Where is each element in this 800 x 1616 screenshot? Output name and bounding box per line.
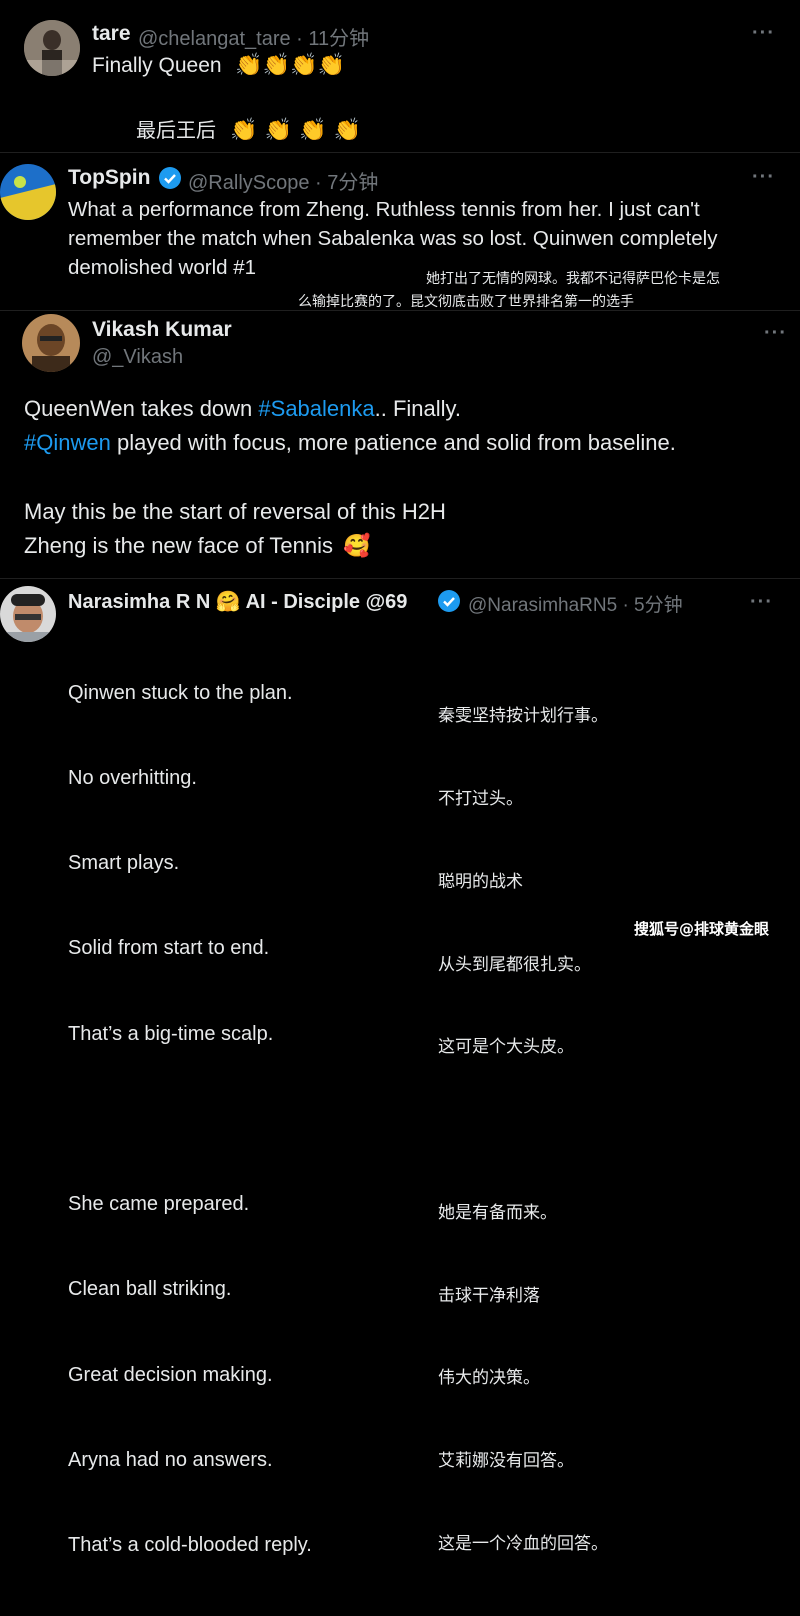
translation-line: 从头到尾都很扎实。 — [438, 954, 591, 975]
translation-line: 这是一个冷血的回答。 — [438, 1534, 608, 1554]
author-name-part: AI - Disciple @69 — [245, 591, 408, 613]
tweet-text-line: Qinwen stuck to the plan. — [68, 681, 293, 704]
tweet-text-line: What a performance from Zheng. Ruthless … — [68, 198, 700, 221]
verified-badge-icon — [159, 167, 181, 189]
person-icon — [24, 20, 80, 76]
hugging-face-emoji: 🤗 — [215, 591, 241, 613]
tweet-text-line: May this be the start of reversal of thi… — [24, 499, 446, 524]
author-name[interactable]: Vikash Kumar — [92, 318, 232, 342]
tweet-text-block: Qinwen stuck to the plan. No overhitting… — [68, 622, 312, 1616]
clapping-hands-emojis: 👏 👏 👏 👏 — [230, 118, 361, 143]
translation-line: 艾莉娜没有回答。 — [438, 1451, 574, 1472]
tweet-text-line — [68, 1105, 312, 1133]
tweet-text-line: Clean ball striking. — [68, 1278, 232, 1301]
tennis-court-icon — [0, 164, 56, 220]
avatar[interactable] — [24, 20, 80, 76]
tweet-text-line: remember the match when Sabalenka was so… — [68, 227, 718, 250]
tweet-text-line: She came prepared. — [68, 1193, 250, 1216]
hashtag-link[interactable]: #Sabalenka — [258, 396, 374, 421]
author-handle[interactable]: @RallyScope · 7分钟 — [188, 166, 378, 195]
divider — [0, 310, 800, 311]
avatar[interactable] — [0, 164, 56, 220]
tweet-text-line: demolished world #1 — [68, 256, 257, 279]
text-segment: played with focus, more patience and sol… — [110, 430, 676, 455]
more-options-icon[interactable]: ··· — [752, 166, 775, 189]
translation-line: 她是有备而来。 — [438, 1202, 557, 1223]
author-handle[interactable]: @chelangat_tare · 11分钟 — [138, 22, 369, 51]
translation-text: 最后王后 👏 👏 👏 👏 — [136, 114, 361, 143]
translation-line: 不打过头。 — [438, 788, 523, 809]
avatar[interactable] — [0, 586, 56, 642]
more-options-icon[interactable]: ··· — [752, 22, 775, 45]
author-name[interactable]: tare — [92, 22, 131, 46]
divider — [0, 578, 800, 579]
text-segment: Zheng is the new face of Tennis — [24, 533, 334, 558]
tweet-text-line: Zheng is the new face of Tennis 🥰 — [24, 533, 371, 559]
translation-line: 这可是个大头皮。 — [438, 1037, 574, 1058]
hugging-face-emoji: 🥰 — [343, 533, 371, 558]
tweet-text-content: Finally Queen — [92, 54, 222, 77]
translation-line — [438, 1117, 608, 1145]
translation-line: 聪明的战术 — [438, 871, 523, 892]
tweet-text-line: Great decision making. — [68, 1363, 273, 1386]
translation-line: 她打出了无情的网球。我都不记得萨巴伦卡是怎 — [426, 271, 720, 287]
person-icon — [22, 314, 80, 372]
text-segment: QueenWen takes down — [24, 396, 259, 421]
verified-badge-icon — [438, 590, 460, 612]
translation-line: 击球干净利落 — [438, 1285, 540, 1306]
clapping-hands-emojis: 👏👏👏👏 — [235, 52, 345, 77]
more-options-icon[interactable]: ··· — [764, 322, 787, 345]
tweet-text-line: No overhitting. — [68, 767, 197, 790]
author-name-part: Narasimha R N — [68, 591, 211, 613]
more-options-icon[interactable]: ··· — [750, 591, 773, 614]
hashtag-link[interactable]: #Qinwen — [24, 430, 111, 455]
translation-content: 最后王后 — [136, 118, 216, 142]
author-name[interactable]: TopSpin — [68, 166, 150, 190]
tweet-text-line: That’s a cold-blooded reply. — [68, 1533, 312, 1556]
translation-line: 伟大的决策。 — [438, 1368, 540, 1389]
watermark: 搜狐号@排球黄金眼 — [634, 920, 770, 938]
divider — [0, 152, 800, 153]
author-handle[interactable]: @NarasimhaRN5 · 5分钟 — [468, 590, 683, 617]
person-icon — [0, 586, 56, 642]
tweet-text-line: #Qinwen played with focus, more patience… — [24, 430, 676, 456]
tweet-text-line: Smart plays. — [68, 852, 180, 875]
author-handle[interactable]: @_Vikash — [92, 346, 183, 369]
translation-line: 秦雯坚持按计划行事。 — [438, 706, 608, 727]
author-name[interactable]: Narasimha R N 🤗 AI - Disciple @69 — [68, 589, 407, 614]
text-segment: .. Finally. — [374, 396, 462, 421]
avatar[interactable] — [22, 314, 80, 372]
translation-line: 么输掉比赛的了。昆文彻底击败了世界排名第一的选手 — [298, 294, 634, 310]
tweet-text-line: That’s a big-time scalp. — [68, 1022, 274, 1045]
tweet-text: Finally Queen 👏👏👏👏 — [92, 52, 345, 78]
tweet-text-line: QueenWen takes down #Sabalenka.. Finally… — [24, 396, 461, 422]
translation-block: 秦雯坚持按计划行事。 不打过头。 聪明的战术 从头到尾都很扎实。 这可是个大头皮… — [438, 648, 608, 1614]
tweet-text-line: Aryna had no answers. — [68, 1448, 273, 1471]
